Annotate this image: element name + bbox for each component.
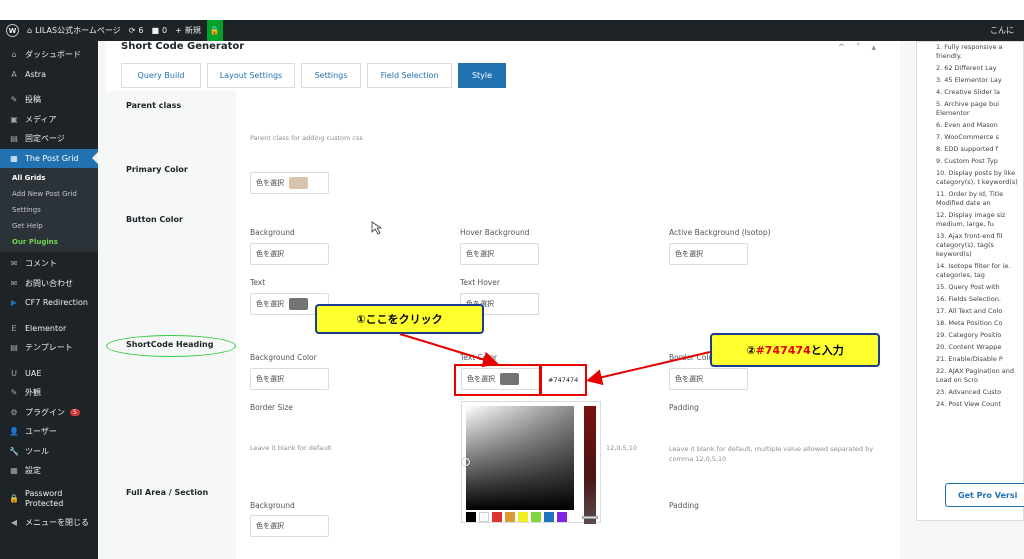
feature-item: 11. Order by Id, Title Modified date an (936, 190, 1004, 207)
feature-item: 16. Fields Selection. (936, 295, 1001, 303)
feature-item: 12. Display image siz medium, large, fu (936, 211, 1006, 228)
feature-item: 19. Category Positio (936, 331, 1002, 339)
feature-item: 6. Even and Mason (936, 121, 998, 129)
mouse-cursor-icon (371, 221, 383, 235)
get-pro-version-button[interactable]: Get Pro Versi (945, 483, 1024, 507)
feature-item: 7. WooCommerce s (936, 133, 1000, 141)
feature-item: 14. Isotope filter for ie. categories, t… (936, 262, 1011, 279)
feature-item: 3. 45 Elementor Lay (936, 76, 1002, 84)
feature-item: 1. Fully responsive a friendly. (936, 43, 1003, 60)
feature-item: 2. 62 Different Lay (936, 64, 997, 72)
feature-item: 17. All Text and Colo (936, 307, 1003, 315)
feature-item: 9. Custom Post Typ (936, 157, 998, 165)
feature-item: 20. Content Wrappe (936, 343, 1002, 351)
feature-item: 4. Creative Slider la (936, 88, 1000, 96)
feature-item: 5. Archive page bui Elementor (936, 100, 1000, 117)
feature-item: 10. Display posts by like category(s), t… (936, 169, 1018, 186)
feature-item: 21. Enable/Disable P (936, 355, 1003, 363)
feature-item: 13. Ajax front-end fil category(s), tag(… (936, 232, 1003, 258)
feature-item: 24. Post View Count (936, 400, 1001, 408)
arrow-to-text-color (399, 333, 499, 368)
feature-list: 1. Fully responsive a friendly. 2. 62 Di… (936, 43, 1024, 412)
feature-item: 22. AJAX Pagination and Load on Scro (936, 367, 1015, 384)
annotation-arrows (371, 221, 711, 386)
feature-item: 15. Query Post with (936, 283, 1000, 291)
pro-features-sidebar: 1. Fully responsive a friendly. 2. 62 Di… (908, 41, 1024, 559)
arrow-to-hex-input (586, 351, 711, 386)
feature-item: 8. EDD supported f (936, 145, 998, 153)
feature-item: 18. Meta Position Co (936, 319, 1003, 327)
feature-item: 23. Advanced Custo (936, 388, 1002, 396)
